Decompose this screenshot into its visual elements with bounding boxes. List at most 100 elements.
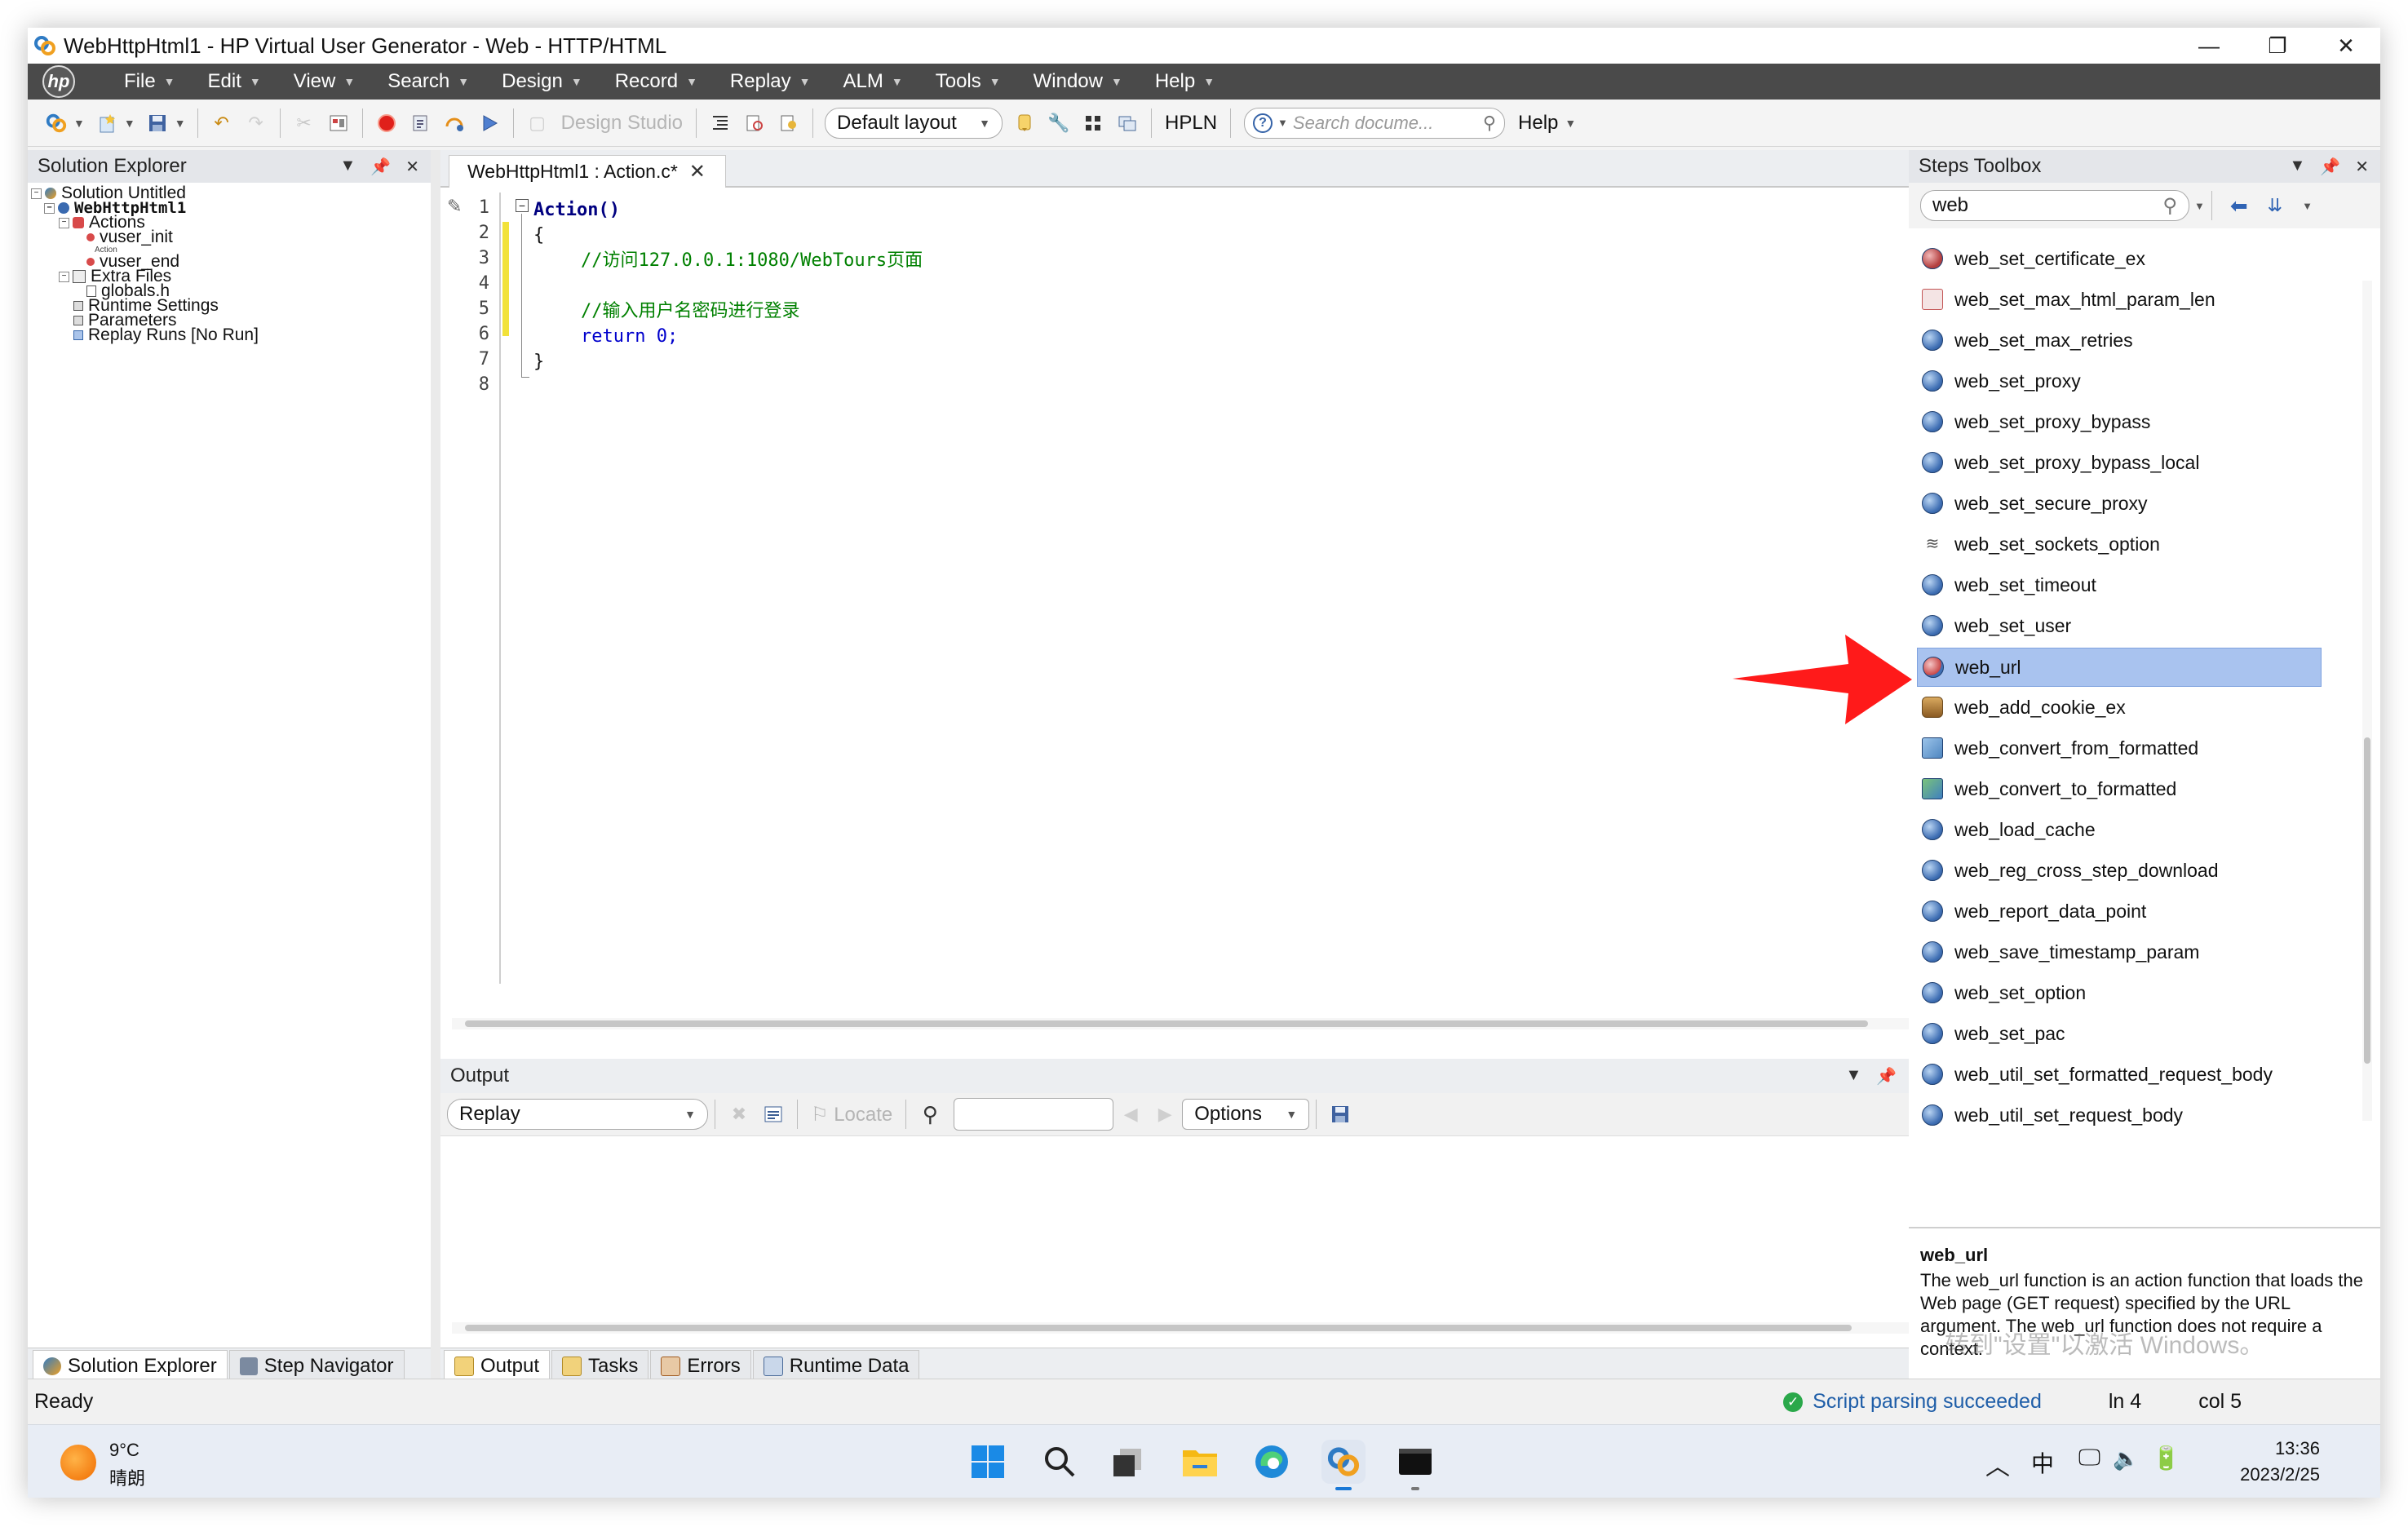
network-icon[interactable]: 🖵 [2078, 1445, 2100, 1472]
tab-runtime-data[interactable]: Runtime Data [752, 1349, 920, 1383]
panel-menu-icon[interactable]: ▼ [340, 157, 356, 177]
close-window-button[interactable]: ✕ [2312, 28, 2380, 64]
help-button[interactable]: Help [1518, 112, 1558, 135]
taskbar-time[interactable]: 13:36 [2230, 1438, 2320, 1459]
menu-replay[interactable]: Replay ▼ [714, 64, 827, 100]
redo-icon[interactable]: ↷ [244, 111, 268, 135]
replay-icon[interactable] [477, 111, 502, 135]
panel-close-icon[interactable]: ✕ [405, 157, 419, 177]
step-item[interactable]: web_convert_from_formatted [1917, 729, 2320, 767]
new-solution-icon[interactable] [44, 111, 69, 135]
cut-icon[interactable]: ✂ [292, 111, 316, 135]
output-pin-icon[interactable]: 📌 [1876, 1066, 1897, 1087]
step-item[interactable]: web_add_cookie_ex [1917, 688, 2320, 726]
tab-step-navigator[interactable]: Step Navigator [228, 1349, 405, 1383]
close-tab-icon[interactable]: ✕ [689, 160, 706, 184]
step-item[interactable]: web_set_max_retries [1917, 321, 2320, 359]
locate-button[interactable]: ⚐ Locate [811, 1103, 892, 1126]
show-hidden-icons-chevron[interactable]: ︿ [1985, 1446, 2010, 1482]
menu-help[interactable]: Help ▼ [1139, 64, 1231, 100]
editor-tab-action-c[interactable]: WebHttpHtml1 : Action.c* ✕ [449, 155, 726, 188]
step-item[interactable]: web_save_timestamp_param [1917, 933, 2320, 971]
fold-toggle-icon[interactable]: − [516, 199, 529, 212]
record-icon[interactable] [374, 111, 399, 135]
taskbar-search-icon[interactable] [1038, 1440, 1082, 1484]
ime-indicator[interactable]: 中 [2031, 1446, 2054, 1479]
menu-window[interactable]: Window ▼ [1017, 64, 1139, 100]
save-icon[interactable] [145, 111, 170, 135]
tree-replay-runs[interactable]: Replay Runs [No Run] [73, 326, 259, 343]
battery-icon[interactable]: 🔋 [2152, 1445, 2180, 1472]
replay-summary-icon[interactable] [742, 111, 767, 135]
menu-design[interactable]: Design ▼ [485, 64, 599, 100]
new-script-icon[interactable] [95, 111, 119, 135]
menu-tools[interactable]: Tools ▼ [919, 64, 1017, 100]
tab-errors[interactable]: Errors [650, 1349, 751, 1383]
output-source-select[interactable]: Replay ▼ [447, 1099, 708, 1130]
save-output-icon[interactable] [1328, 1102, 1352, 1126]
pin-icon[interactable]: 📌 [370, 157, 391, 177]
menu-search[interactable]: Search ▼ [371, 64, 485, 100]
terminal-icon[interactable] [1393, 1440, 1437, 1490]
output-log-area[interactable] [440, 1135, 1937, 1348]
tab-tasks[interactable]: Tasks [551, 1349, 649, 1383]
bookmark-icon[interactable] [1012, 111, 1037, 135]
tools-wrench-icon[interactable]: 🔧 [1047, 111, 1071, 135]
compile-icon[interactable] [409, 111, 433, 135]
step-item[interactable]: web_set_proxy_bypass_local [1917, 444, 2320, 481]
indent-icon[interactable] [708, 111, 733, 135]
design-studio-button[interactable]: Design Studio [561, 112, 683, 135]
menu-record[interactable]: Record ▼ [599, 64, 714, 100]
step-item[interactable]: web_convert_to_formatted [1917, 770, 2320, 799]
step-item[interactable]: web_util_set_request_body [1917, 1096, 2320, 1134]
prev-match-icon[interactable]: ◀ [1118, 1102, 1143, 1126]
options-dropdown[interactable]: Options ▼ [1182, 1099, 1310, 1130]
step-item[interactable]: web_load_cache [1917, 811, 2320, 848]
menu-edit[interactable]: Edit ▼ [192, 64, 277, 100]
volume-icon[interactable]: 🔈 [2113, 1446, 2139, 1472]
windows-icon[interactable] [1115, 111, 1140, 135]
step-item[interactable]: web_util_set_formatted_request_body [1917, 1056, 2320, 1093]
step-item[interactable]: web_set_pac [1917, 1015, 2320, 1052]
task-view-icon[interactable] [1106, 1440, 1150, 1484]
search-documentation-field[interactable]: ? ▼ Search docume... ⚲ [1244, 107, 1506, 139]
code-editor[interactable]: ✎ 1 2 3 4 5 6 7 8 − Action() { //访问127.0… [440, 188, 1937, 1059]
menu-alm[interactable]: ALM ▼ [827, 64, 919, 100]
hpln-button[interactable]: HPLN [1165, 112, 1217, 135]
output-hscroll[interactable] [452, 1322, 1912, 1334]
taskbar-date[interactable]: 2023/2/25 [2211, 1464, 2320, 1485]
step-item[interactable]: web_reg_cross_step_download [1917, 852, 2320, 889]
vugen-taskbar-icon[interactable] [1321, 1440, 1366, 1490]
step-item[interactable]: web_set_secure_proxy [1917, 485, 2320, 522]
output-settings-icon[interactable] [761, 1102, 786, 1126]
minimize-button[interactable]: — [2175, 28, 2243, 64]
step-item-web-url-selected[interactable]: web_url [1917, 648, 2322, 687]
step-item[interactable]: web_report_data_point [1917, 892, 2320, 930]
step-item[interactable]: web_set_max_html_param_len [1917, 281, 2320, 318]
undo-icon[interactable]: ↶ [210, 111, 234, 135]
search-icon[interactable]: ⚲ [1483, 113, 1496, 134]
left-splitter[interactable] [431, 150, 440, 1379]
edge-browser-icon[interactable] [1250, 1440, 1294, 1484]
weather-sun-icon[interactable] [60, 1445, 96, 1481]
output-search-icon[interactable]: ⚲ [918, 1102, 942, 1126]
output-search-input[interactable] [954, 1098, 1114, 1131]
layout-select[interactable]: Default layout ▼ [825, 107, 1003, 139]
step-item[interactable]: web_set_proxy_bypass [1917, 403, 2320, 440]
step-item[interactable]: web_set_timeout [1917, 566, 2320, 604]
toolbox-vscroll[interactable] [2362, 281, 2372, 1121]
file-explorer-icon[interactable] [1178, 1440, 1222, 1484]
step-item[interactable]: web_dump_cache [1917, 799, 2320, 808]
step-item[interactable]: ≋ web_set_sockets_option [1917, 525, 2320, 563]
tab-output[interactable]: Output [444, 1349, 551, 1383]
step-item[interactable]: web_set_user [1917, 607, 2320, 644]
output-menu-icon[interactable]: ▼ [1846, 1066, 1862, 1087]
toolbox-search-input[interactable]: web ⚲ [1920, 190, 2189, 221]
step-item[interactable]: web_set_proxy [1917, 362, 2320, 400]
start-windows-icon[interactable] [966, 1440, 1010, 1484]
restore-button[interactable]: ❐ [2243, 28, 2312, 64]
toolbox-close-icon[interactable]: ✕ [2355, 157, 2369, 177]
next-match-icon[interactable]: ▶ [1153, 1102, 1177, 1126]
test-results-icon[interactable] [777, 111, 801, 135]
menu-view[interactable]: View ▼ [277, 64, 371, 100]
